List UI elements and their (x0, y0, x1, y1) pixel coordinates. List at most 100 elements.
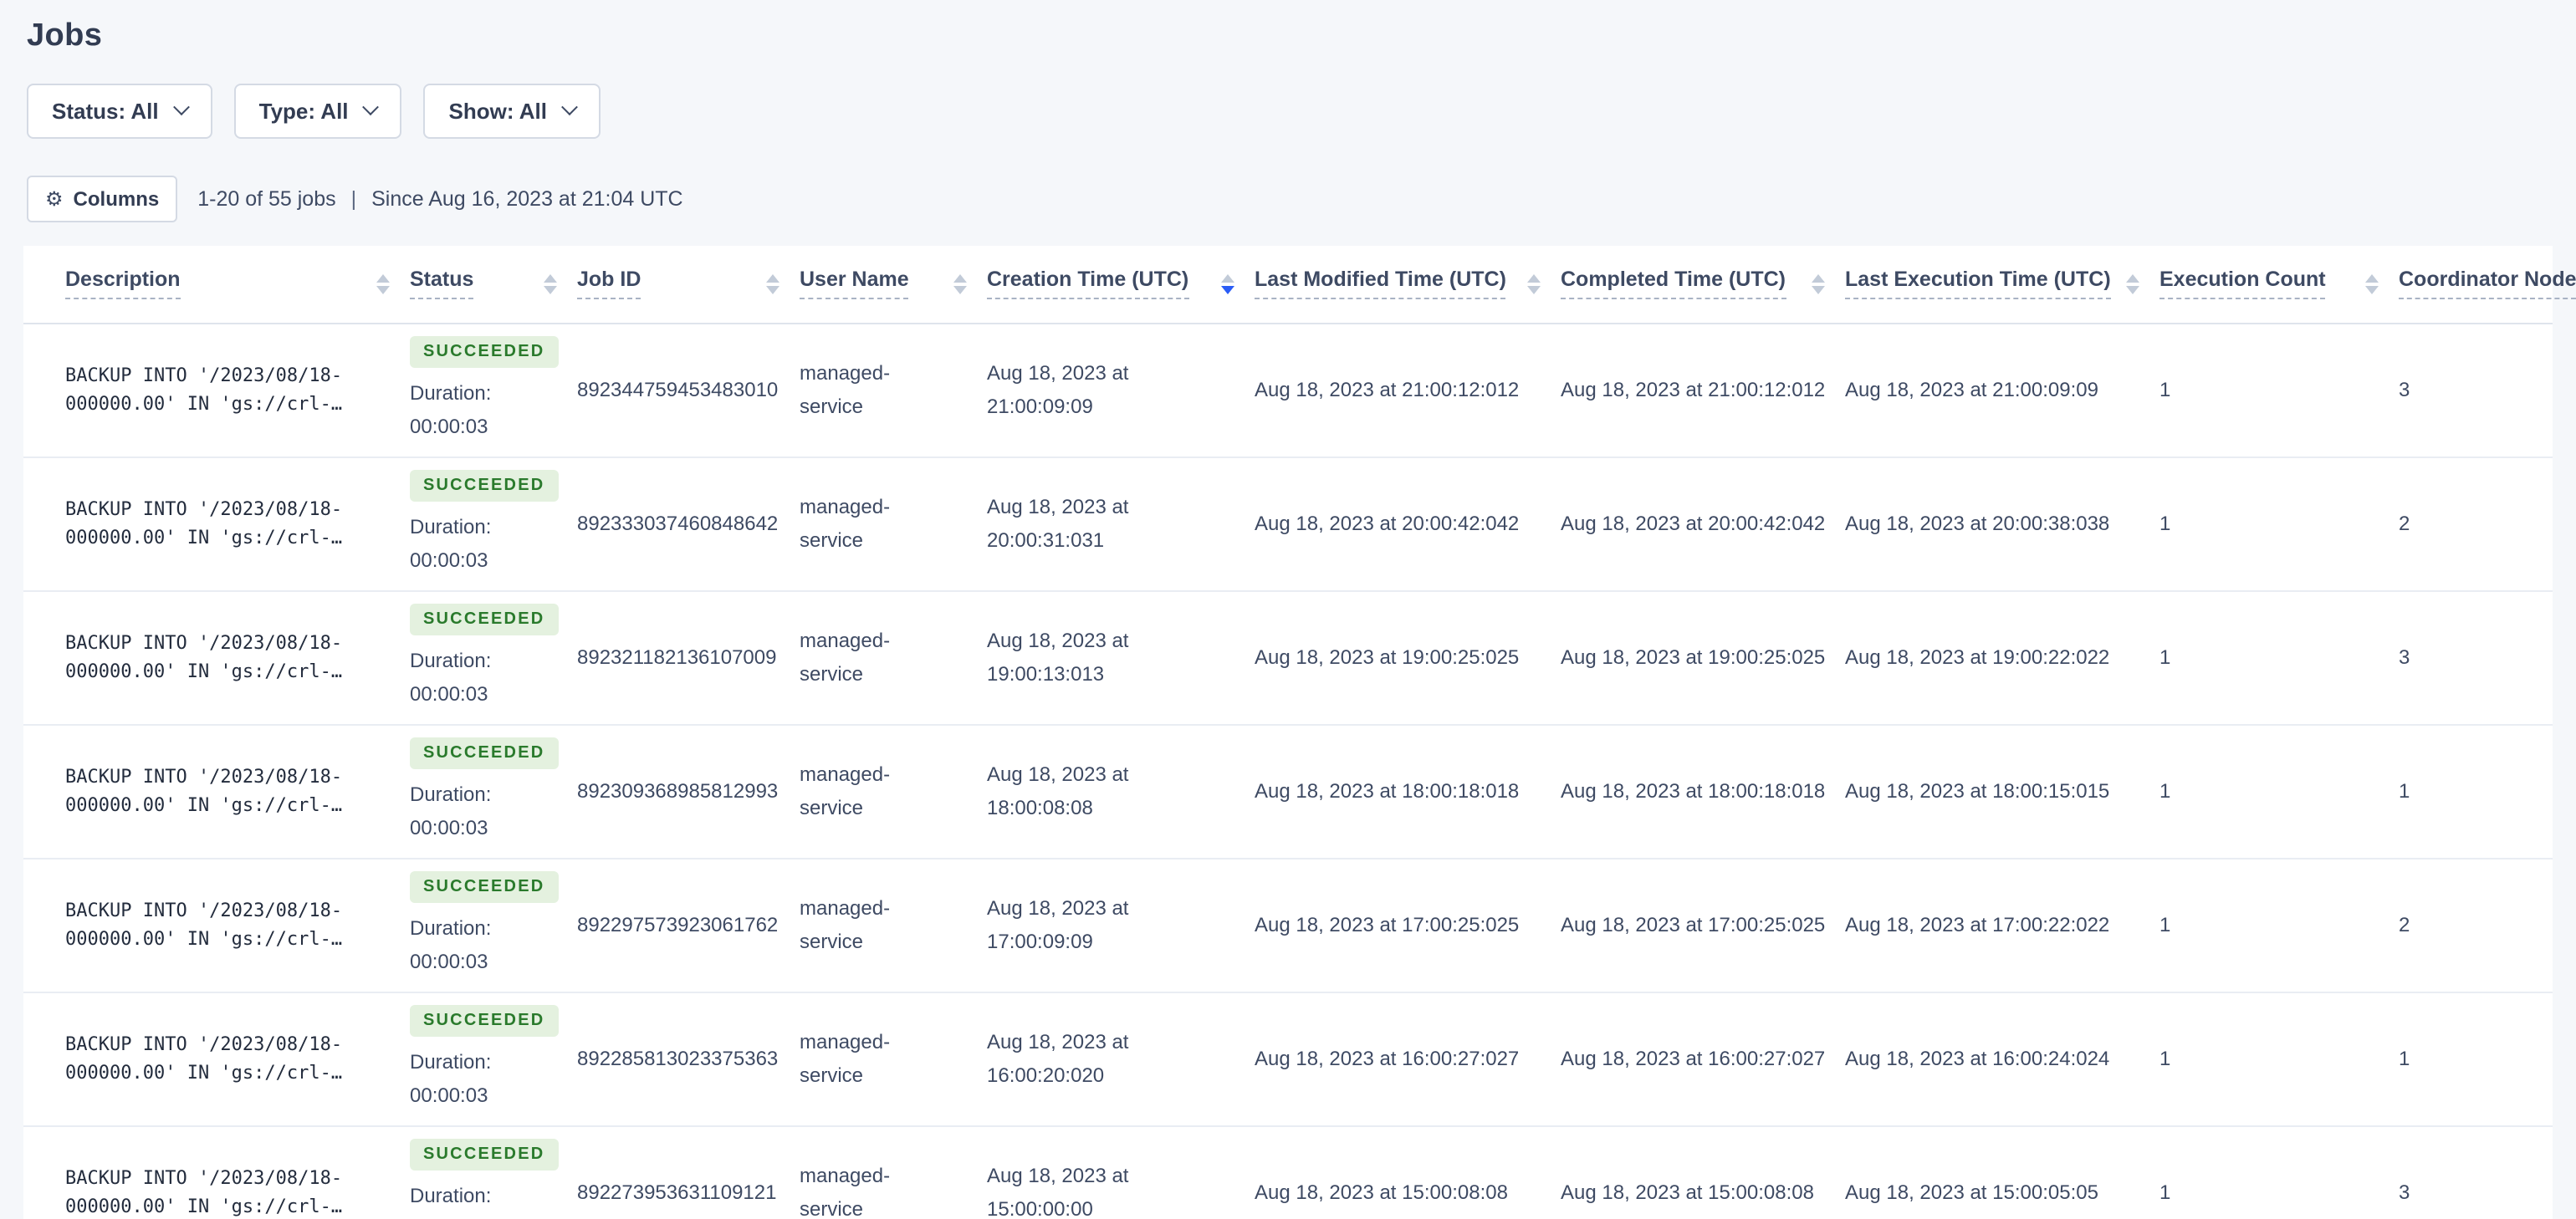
table-row[interactable]: BACKUP INTO '/2023/08/18- 000000.00' IN '… (23, 858, 2553, 992)
job-description-line: 000000.00' IN 'gs://crl-… (65, 928, 343, 950)
job-id[interactable]: 892309368985812993 (577, 724, 800, 859)
last-modified-time: Aug 18, 2023 at 15:00:08:08 (1255, 1125, 1561, 1219)
chevron-down-icon (362, 98, 380, 115)
status-cell: SUCCEEDED Duration: 00:00:03 (410, 1125, 577, 1219)
column-label-job_id[interactable]: Job ID (577, 268, 641, 300)
job-description[interactable]: BACKUP INTO '/2023/08/18- 000000.00' IN '… (23, 590, 410, 725)
job-description[interactable]: BACKUP INTO '/2023/08/18- 000000.00' IN '… (23, 858, 410, 992)
execution-count: 1 (2159, 590, 2399, 725)
sort-icon-status[interactable] (544, 273, 557, 294)
since-text: Since Aug 16, 2023 at 21:04 UTC (371, 187, 683, 211)
job-description-line: 000000.00' IN 'gs://crl-… (65, 1196, 343, 1217)
last-execution-time: Aug 18, 2023 at 20:00:38:038 (1845, 456, 2159, 591)
job-id[interactable]: 892344759453483010 (577, 323, 800, 457)
table-row[interactable]: BACKUP INTO '/2023/08/18- 000000.00' IN '… (23, 1125, 2553, 1219)
last-execution-time: Aug 18, 2023 at 15:00:05:05 (1845, 1125, 2159, 1219)
creation-time-text: Aug 18, 2023 at 20:00:31:031 (987, 495, 1129, 552)
column-header-job_id[interactable]: Job ID (577, 246, 800, 324)
job-id[interactable]: 892321182136107009 (577, 590, 800, 725)
column-label-description[interactable]: Description (65, 268, 181, 300)
job-description[interactable]: BACKUP INTO '/2023/08/18- 000000.00' IN '… (23, 724, 410, 859)
completed-time: Aug 18, 2023 at 18:00:18:018 (1561, 724, 1845, 859)
job-description-line: BACKUP INTO '/2023/08/18- (65, 900, 343, 921)
job-id[interactable]: 892297573923061762 (577, 858, 800, 992)
coordinator-node: 2 (2399, 858, 2553, 992)
show-filter-label: Show: All (448, 99, 548, 124)
job-description-line: 000000.00' IN 'gs://crl-… (65, 794, 343, 816)
job-description[interactable]: BACKUP INTO '/2023/08/18- 000000.00' IN '… (23, 323, 410, 457)
job-duration: Duration: 00:00:03 (410, 515, 492, 572)
job-description-line: BACKUP INTO '/2023/08/18- (65, 1033, 343, 1055)
table-row[interactable]: BACKUP INTO '/2023/08/18- 000000.00' IN '… (23, 456, 2553, 591)
status-cell: SUCCEEDED Duration: 00:00:03 (410, 724, 577, 859)
column-header-execution_count[interactable]: Execution Count (2159, 246, 2399, 324)
creation-time-text: Aug 18, 2023 at 19:00:13:013 (987, 629, 1129, 686)
jobs-table-card: Description Status Job ID User Name Creation… (23, 246, 2576, 1219)
column-label-completed_time[interactable]: Completed Time (UTC) (1561, 268, 1786, 300)
column-header-last_execution[interactable]: Last Execution Time (UTC) (1845, 246, 2159, 324)
column-header-completed_time[interactable]: Completed Time (UTC) (1561, 246, 1845, 324)
column-label-coordinator_node[interactable]: Coordinator Node (2399, 268, 2576, 300)
column-label-status[interactable]: Status (410, 268, 474, 300)
column-header-last_modified[interactable]: Last Modified Time (UTC) (1255, 246, 1561, 324)
show-filter-dropdown[interactable]: Show: All (423, 84, 601, 139)
sort-icon-user_name[interactable] (953, 273, 967, 294)
job-description-line: 000000.00' IN 'gs://crl-… (65, 393, 343, 415)
sort-icon-job_id[interactable] (766, 273, 779, 294)
sort-icon-execution_count[interactable] (2365, 273, 2379, 294)
table-row[interactable]: BACKUP INTO '/2023/08/18- 000000.00' IN '… (23, 992, 2553, 1126)
job-description-line: 000000.00' IN 'gs://crl-… (65, 527, 343, 548)
job-duration: Duration: 00:00:03 (410, 649, 492, 706)
column-label-last_execution[interactable]: Last Execution Time (UTC) (1845, 268, 2111, 300)
job-id[interactable]: 892333037460848642 (577, 456, 800, 591)
creation-time: Aug 18, 2023 at 16:00:20:020 (987, 992, 1255, 1126)
creation-time-text: Aug 18, 2023 at 16:00:20:020 (987, 1030, 1129, 1087)
table-row[interactable]: BACKUP INTO '/2023/08/18- 000000.00' IN '… (23, 590, 2553, 725)
sort-icon-last_modified[interactable] (1527, 273, 1541, 294)
status-cell: SUCCEEDED Duration: 00:00:03 (410, 858, 577, 992)
column-header-status[interactable]: Status (410, 246, 577, 324)
column-header-user_name[interactable]: User Name (800, 246, 987, 324)
job-id[interactable]: 892285813023375363 (577, 992, 800, 1126)
column-label-user_name[interactable]: User Name (800, 268, 909, 300)
job-id[interactable]: 892273953631109121 (577, 1125, 800, 1219)
coordinator-node: 3 (2399, 590, 2553, 725)
page-title: Jobs (27, 18, 103, 54)
creation-time: Aug 18, 2023 at 15:00:00:00 (987, 1125, 1255, 1219)
column-label-execution_count[interactable]: Execution Count (2159, 268, 2326, 300)
job-duration: Duration: 00:00:03 (410, 1050, 492, 1107)
type-filter-label: Type: All (258, 99, 349, 124)
sort-icon-last_execution[interactable] (2126, 273, 2139, 294)
table-toolbar: ⚙ Columns 1-20 of 55 jobs | Since Aug 16… (27, 176, 2576, 222)
sort-icon-creation_time[interactable] (1221, 273, 1234, 294)
table-row[interactable]: BACKUP INTO '/2023/08/18- 000000.00' IN '… (23, 323, 2553, 457)
job-description[interactable]: BACKUP INTO '/2023/08/18- 000000.00' IN '… (23, 1125, 410, 1219)
user-name: managed-service (800, 1125, 987, 1219)
job-duration: Duration: 00:00:03 (410, 381, 492, 438)
column-header-description[interactable]: Description (23, 246, 410, 324)
status-filter-dropdown[interactable]: Status: All (27, 84, 212, 139)
user-name: managed-service (800, 992, 987, 1126)
sort-icon-completed_time[interactable] (1812, 273, 1825, 294)
status-cell: SUCCEEDED Duration: 00:00:03 (410, 323, 577, 457)
user-name: managed-service (800, 724, 987, 859)
column-header-creation_time[interactable]: Creation Time (UTC) (987, 246, 1255, 324)
execution-count: 1 (2159, 992, 2399, 1126)
table-row[interactable]: BACKUP INTO '/2023/08/18- 000000.00' IN '… (23, 724, 2553, 859)
user-name-text: managed-service (800, 763, 891, 819)
job-description[interactable]: BACKUP INTO '/2023/08/18- 000000.00' IN '… (23, 992, 410, 1126)
columns-button[interactable]: ⚙ Columns (27, 176, 178, 222)
creation-time: Aug 18, 2023 at 21:00:09:09 (987, 323, 1255, 457)
last-execution-time: Aug 18, 2023 at 16:00:24:024 (1845, 992, 2159, 1126)
column-label-creation_time[interactable]: Creation Time (UTC) (987, 268, 1189, 300)
coordinator-node: 1 (2399, 992, 2553, 1126)
job-duration: Duration: 00:00:03 (410, 1184, 492, 1219)
column-label-last_modified[interactable]: Last Modified Time (UTC) (1255, 268, 1506, 300)
column-header-coordinator_node[interactable]: Coordinator Node (2399, 246, 2576, 324)
creation-time-text: Aug 18, 2023 at 17:00:09:09 (987, 896, 1129, 953)
job-duration: Duration: 00:00:03 (410, 916, 492, 973)
job-description[interactable]: BACKUP INTO '/2023/08/18- 000000.00' IN '… (23, 456, 410, 591)
table-header: Description Status Job ID User Name Creation… (23, 246, 2576, 324)
type-filter-dropdown[interactable]: Type: All (233, 84, 402, 139)
sort-icon-description[interactable] (376, 273, 390, 294)
